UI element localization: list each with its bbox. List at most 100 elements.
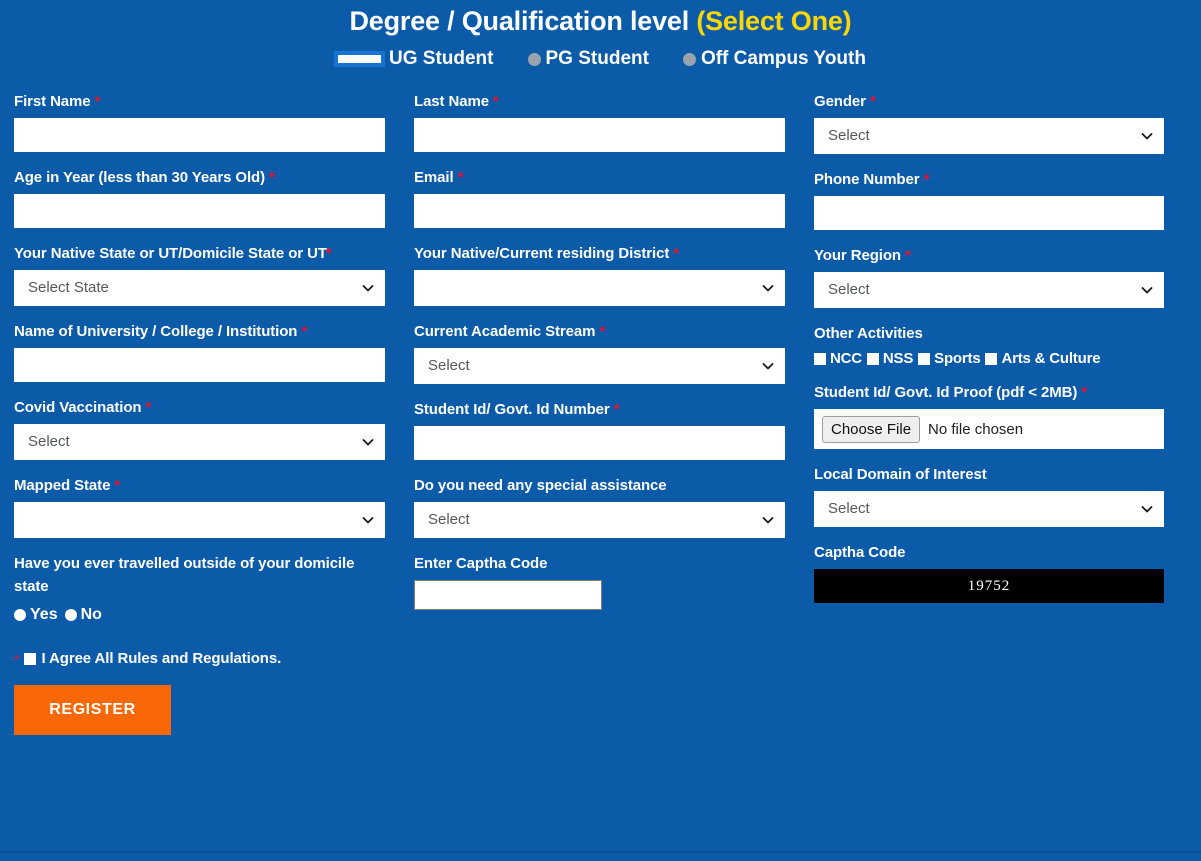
required-asterisk: * xyxy=(1081,384,1088,401)
gender-select-wrapper: Select xyxy=(814,118,1164,154)
required-asterisk: * xyxy=(599,323,606,340)
field-phone-number: Phone Number * xyxy=(814,168,1164,230)
required-asterisk: * xyxy=(325,245,332,262)
institution-input[interactable] xyxy=(14,348,385,382)
checkbox-icon[interactable] xyxy=(814,352,826,365)
captcha-image: 19752 xyxy=(814,569,1164,603)
field-institution: Name of University / College / Instituti… xyxy=(14,320,385,382)
label-student-id-number: Student Id/ Govt. Id Number * xyxy=(414,398,785,421)
age-input[interactable] xyxy=(14,194,385,228)
label-text: Mapped State xyxy=(14,477,111,494)
required-asterisk: * xyxy=(14,650,20,667)
last-name-input[interactable] xyxy=(414,118,785,152)
label-captcha-code: Captha Code xyxy=(814,544,906,561)
file-status-text: No file chosen xyxy=(928,420,1024,438)
required-asterisk: * xyxy=(145,399,152,416)
field-special-assistance: Do you need any special assistance Selec… xyxy=(414,474,785,538)
checkbox-label: Arts & Culture xyxy=(1001,350,1101,367)
field-student-id-number: Student Id/ Govt. Id Number * xyxy=(414,398,785,460)
label-other-activities: Other Activities xyxy=(814,325,923,342)
captcha-input[interactable] xyxy=(414,580,602,610)
label-text: Your Native State or UT/Domicile State o… xyxy=(14,245,327,262)
label-first-name: First Name * xyxy=(14,90,385,113)
native-state-select[interactable]: Select State xyxy=(14,270,385,306)
local-domain-select[interactable]: Select xyxy=(814,491,1164,527)
label-region: Your Region * xyxy=(814,244,1164,267)
radio-icon[interactable] xyxy=(64,609,77,621)
id-proof-file-input[interactable]: Choose File No file chosen xyxy=(814,409,1164,449)
radio-icon[interactable] xyxy=(682,52,696,66)
checkbox-item-arts-culture[interactable]: Arts & Culture xyxy=(985,350,1101,367)
covid-vaccination-select[interactable]: Select xyxy=(14,424,385,460)
required-asterisk: * xyxy=(493,93,499,110)
label-text: Phone Number xyxy=(814,171,920,188)
label-age: Age in Year (less than 30 Years Old) * xyxy=(14,166,385,189)
agree-terms-checkbox[interactable] xyxy=(24,652,37,665)
travelled-option-no[interactable]: No xyxy=(64,606,102,624)
label-text: Covid Vaccination xyxy=(14,399,142,416)
travelled-radio-group: Yes No xyxy=(14,606,385,624)
degree-option-off-campus-youth[interactable]: Off Campus Youth xyxy=(682,48,866,70)
travelled-option-yes[interactable]: Yes xyxy=(14,606,58,624)
radio-icon[interactable] xyxy=(14,609,26,621)
special-assistance-select[interactable]: Select xyxy=(414,502,785,538)
degree-option-label: PG Student xyxy=(545,48,649,69)
registration-form: First Name * Age in Year (less than 30 Y… xyxy=(0,90,1201,735)
mapped-state-select[interactable] xyxy=(14,502,385,538)
student-id-number-input[interactable] xyxy=(414,426,785,460)
form-header: Degree / Qualification level (Select One… xyxy=(0,0,1201,70)
degree-option-pg-student[interactable]: PG Student xyxy=(527,48,649,70)
degree-option-label: Off Campus Youth xyxy=(700,48,866,69)
field-enter-captcha: Enter Captha Code xyxy=(414,552,785,610)
label-gender: Gender * xyxy=(814,90,1164,113)
label-text: Gender xyxy=(814,93,866,110)
page-title: Degree / Qualification level (Select One… xyxy=(0,4,1201,38)
degree-level-radio-group: UG Student PG Student Off Campus Youth xyxy=(0,48,1201,70)
field-native-state: Your Native State or UT/Domicile State o… xyxy=(14,242,385,306)
agree-terms-label: I Agree All Rules and Regulations. xyxy=(41,650,282,667)
label-text: Student Id/ Govt. Id Proof (pdf < 2MB) xyxy=(814,384,1078,401)
label-mapped-state: Mapped State * xyxy=(14,474,385,497)
label-covid-vaccination: Covid Vaccination * xyxy=(14,396,385,419)
region-select[interactable]: Select xyxy=(814,272,1164,308)
column-gap xyxy=(785,90,814,735)
required-asterisk: * xyxy=(269,169,275,186)
first-name-input[interactable] xyxy=(14,118,385,152)
label-local-domain: Local Domain of Interest xyxy=(814,466,987,483)
degree-option-ug-student[interactable]: UG Student xyxy=(335,48,494,70)
academic-stream-select[interactable]: Select xyxy=(414,348,785,384)
checkbox-icon[interactable] xyxy=(985,352,998,365)
label-text: Email xyxy=(414,169,454,186)
label-text: Student Id/ Govt. Id Number xyxy=(414,401,610,418)
label-email: Email * xyxy=(414,166,785,189)
label-district: Your Native/Current residing District * xyxy=(414,242,785,265)
gender-select[interactable]: Select xyxy=(814,118,1164,154)
phone-number-input[interactable] xyxy=(814,196,1164,230)
checkbox-item-sports[interactable]: Sports xyxy=(918,350,981,367)
label-text: Age in Year (less than 30 Years Old) xyxy=(14,169,265,186)
radio-icon-selected[interactable] xyxy=(335,52,384,66)
field-gender: Gender * Select xyxy=(814,90,1164,154)
label-text: Last Name xyxy=(414,93,489,110)
field-first-name: First Name * xyxy=(14,90,385,152)
register-button[interactable]: REGISTER xyxy=(14,685,171,735)
field-age: Age in Year (less than 30 Years Old) * xyxy=(14,166,385,228)
required-asterisk: * xyxy=(114,477,121,494)
checkbox-item-nss[interactable]: NSS xyxy=(866,350,914,367)
radio-icon[interactable] xyxy=(527,52,541,66)
field-last-name: Last Name * xyxy=(414,90,785,152)
checkbox-icon[interactable] xyxy=(918,352,931,365)
checkbox-icon[interactable] xyxy=(866,352,879,365)
checkbox-label: NSS xyxy=(882,350,914,367)
special-assistance-select-wrapper: Select xyxy=(414,502,785,538)
checkbox-item-ncc[interactable]: NCC xyxy=(814,350,862,367)
field-mapped-state: Mapped State * xyxy=(14,474,385,538)
label-institution: Name of University / College / Instituti… xyxy=(14,320,385,343)
field-local-domain: Local Domain of Interest Select xyxy=(814,463,1164,527)
email-input[interactable] xyxy=(414,194,785,228)
required-asterisk: * xyxy=(870,93,876,110)
travelled-option-label: Yes xyxy=(30,606,58,623)
choose-file-button[interactable]: Choose File xyxy=(822,415,921,443)
district-select[interactable] xyxy=(414,270,785,306)
label-text: First Name xyxy=(14,93,91,110)
